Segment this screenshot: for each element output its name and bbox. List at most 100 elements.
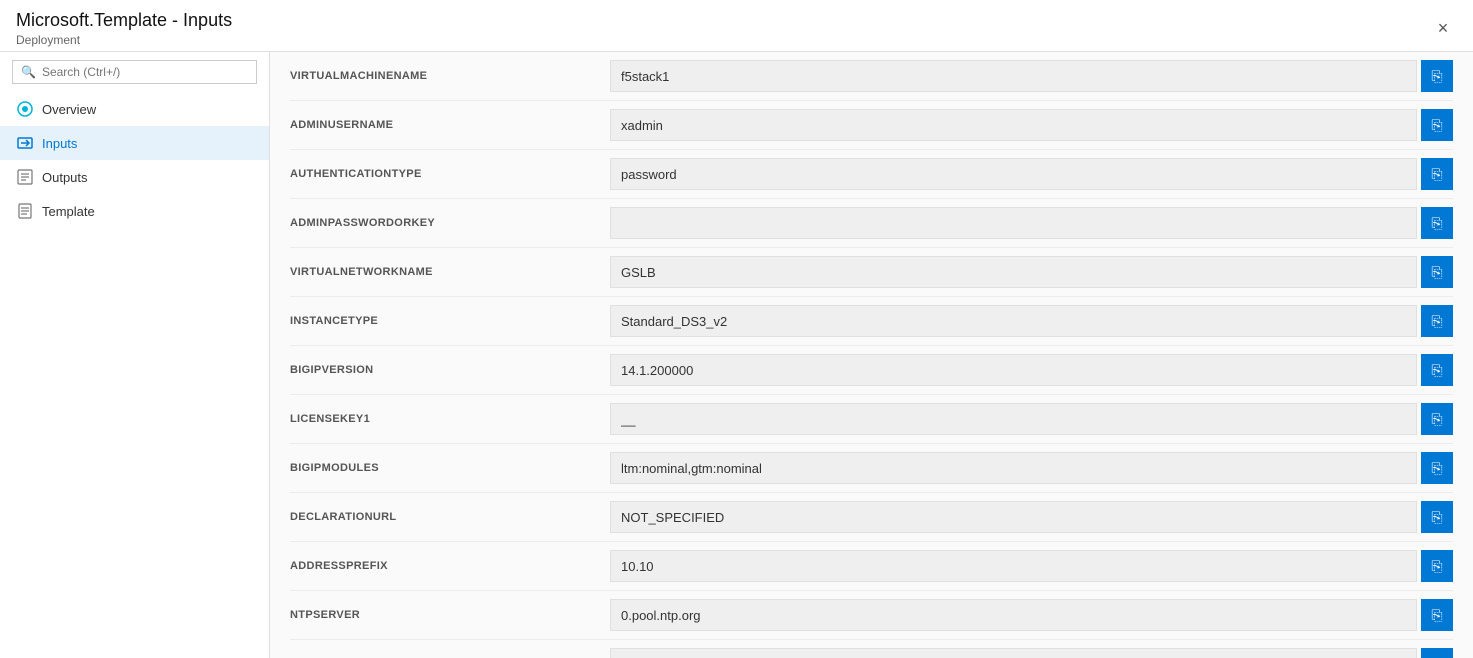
input-label-adminusername: ADMINUSERNAME — [290, 119, 610, 131]
input-label-authenticationtype: AUTHENTICATIONTYPE — [290, 168, 610, 180]
sidebar-item-overview-label: Overview — [42, 102, 96, 117]
input-value-wrap-timezone: ⎘ — [610, 648, 1453, 658]
input-field-virtualnetworkname[interactable] — [610, 256, 1417, 288]
copy-button-virtualmachinename[interactable]: ⎘ — [1421, 60, 1453, 92]
sidebar-item-outputs-label: Outputs — [42, 170, 88, 185]
input-value-wrap-licensekey1: ⎘ — [610, 403, 1453, 435]
input-row: ADMINUSERNAME ⎘ — [290, 101, 1453, 150]
input-label-instancetype: INSTANCETYPE — [290, 315, 610, 327]
input-row: VIRTUALMACHINENAME ⎘ — [290, 52, 1453, 101]
input-field-declarationurl[interactable] — [610, 501, 1417, 533]
input-field-virtualmachinename[interactable] — [610, 60, 1417, 92]
input-value-wrap-bigipmodules: ⎘ — [610, 452, 1453, 484]
sidebar-item-inputs[interactable]: Inputs — [0, 126, 269, 160]
input-field-bigipversion[interactable] — [610, 354, 1417, 386]
input-label-bigipmodules: BIGIPMODULES — [290, 462, 610, 474]
input-row: AUTHENTICATIONTYPE ⎘ — [290, 150, 1453, 199]
input-value-wrap-adminpasswordorkey: ⎘ — [610, 207, 1453, 239]
page-subtitle: Deployment — [16, 33, 232, 47]
copy-icon: ⎘ — [1431, 411, 1442, 428]
title-bar: Microsoft.Template - Inputs Deployment × — [0, 0, 1473, 52]
input-label-declarationurl: DECLARATIONURL — [290, 511, 610, 523]
copy-icon: ⎘ — [1431, 215, 1442, 232]
copy-icon: ⎘ — [1431, 166, 1442, 183]
input-value-wrap-ntpserver: ⎘ — [610, 599, 1453, 631]
input-row: BIGIPVERSION ⎘ — [290, 346, 1453, 395]
input-row: INSTANCETYPE ⎘ — [290, 297, 1453, 346]
input-value-wrap-bigipversion: ⎘ — [610, 354, 1453, 386]
input-row: VIRTUALNETWORKNAME ⎘ — [290, 248, 1453, 297]
sidebar: 🔍 Overview — [0, 52, 270, 658]
input-label-adminpasswordorkey: ADMINPASSWORDORKEY — [290, 217, 610, 229]
overview-icon — [16, 100, 34, 118]
copy-button-declarationurl[interactable]: ⎘ — [1421, 501, 1453, 533]
copy-icon: ⎘ — [1431, 68, 1442, 85]
main-layout: 🔍 Overview — [0, 52, 1473, 658]
input-row: NTPSERVER ⎘ — [290, 591, 1453, 640]
input-row: DECLARATIONURL ⎘ — [290, 493, 1453, 542]
sidebar-item-inputs-label: Inputs — [42, 136, 77, 151]
input-row: ADMINPASSWORDORKEY ⎘ — [290, 199, 1453, 248]
input-field-adminusername[interactable] — [610, 109, 1417, 141]
input-field-licensekey1[interactable] — [610, 403, 1417, 435]
copy-button-authenticationtype[interactable]: ⎘ — [1421, 158, 1453, 190]
copy-icon: ⎘ — [1431, 313, 1442, 330]
input-label-addressprefix: ADDRESSPREFIX — [290, 560, 610, 572]
input-value-wrap-addressprefix: ⎘ — [610, 550, 1453, 582]
search-icon: 🔍 — [21, 65, 36, 79]
input-field-authenticationtype[interactable] — [610, 158, 1417, 190]
input-row: BIGIPMODULES ⎘ — [290, 444, 1453, 493]
copy-icon: ⎘ — [1431, 607, 1442, 624]
copy-button-adminpasswordorkey[interactable]: ⎘ — [1421, 207, 1453, 239]
sidebar-item-outputs[interactable]: Outputs — [0, 160, 269, 194]
nav-menu: Overview Inputs — [0, 92, 269, 228]
title-bar-left: Microsoft.Template - Inputs Deployment — [16, 10, 232, 47]
input-value-wrap-virtualnetworkname: ⎘ — [610, 256, 1453, 288]
copy-icon: ⎘ — [1431, 362, 1442, 379]
input-row: ADDRESSPREFIX ⎘ — [290, 542, 1453, 591]
content-area: VIRTUALMACHINENAME⎘ADMINUSERNAME⎘AUTHENT… — [270, 52, 1473, 658]
outputs-icon — [16, 168, 34, 186]
sidebar-item-template-label: Template — [42, 204, 95, 219]
input-label-virtualmachinename: VIRTUALMACHINENAME — [290, 70, 610, 82]
close-button[interactable]: × — [1429, 15, 1457, 43]
input-field-addressprefix[interactable] — [610, 550, 1417, 582]
input-value-wrap-declarationurl: ⎘ — [610, 501, 1453, 533]
copy-button-ntpserver[interactable]: ⎘ — [1421, 599, 1453, 631]
copy-button-virtualnetworkname[interactable]: ⎘ — [1421, 256, 1453, 288]
input-label-licensekey1: LICENSEKEY1 — [290, 413, 610, 425]
copy-button-adminusername[interactable]: ⎘ — [1421, 109, 1453, 141]
input-label-bigipversion: BIGIPVERSION — [290, 364, 610, 376]
copy-icon: ⎘ — [1431, 558, 1442, 575]
input-value-wrap-instancetype: ⎘ — [610, 305, 1453, 337]
copy-icon: ⎘ — [1431, 264, 1442, 281]
copy-button-bigipmodules[interactable]: ⎘ — [1421, 452, 1453, 484]
input-label-ntpserver: NTPSERVER — [290, 609, 610, 621]
copy-button-bigipversion[interactable]: ⎘ — [1421, 354, 1453, 386]
copy-button-timezone[interactable]: ⎘ — [1421, 648, 1453, 658]
inputs-icon — [16, 134, 34, 152]
input-label-virtualnetworkname: VIRTUALNETWORKNAME — [290, 266, 610, 278]
page-title: Microsoft.Template - Inputs — [16, 10, 232, 31]
input-value-wrap-adminusername: ⎘ — [610, 109, 1453, 141]
input-field-instancetype[interactable] — [610, 305, 1417, 337]
input-row: TIMEZONE⎘ — [290, 640, 1453, 658]
input-field-bigipmodules[interactable] — [610, 452, 1417, 484]
search-input[interactable] — [42, 65, 248, 79]
input-field-timezone[interactable] — [610, 648, 1417, 658]
search-box[interactable]: 🔍 — [12, 60, 257, 84]
input-value-wrap-virtualmachinename: ⎘ — [610, 60, 1453, 92]
copy-button-licensekey1[interactable]: ⎘ — [1421, 403, 1453, 435]
input-value-wrap-authenticationtype: ⎘ — [610, 158, 1453, 190]
copy-icon: ⎘ — [1431, 117, 1442, 134]
copy-icon: ⎘ — [1431, 460, 1442, 477]
sidebar-item-template[interactable]: Template — [0, 194, 269, 228]
copy-icon: ⎘ — [1431, 509, 1442, 526]
copy-button-addressprefix[interactable]: ⎘ — [1421, 550, 1453, 582]
close-icon: × — [1438, 18, 1449, 39]
copy-button-instancetype[interactable]: ⎘ — [1421, 305, 1453, 337]
input-field-adminpasswordorkey[interactable] — [610, 207, 1417, 239]
template-icon — [16, 202, 34, 220]
sidebar-item-overview[interactable]: Overview — [0, 92, 269, 126]
input-field-ntpserver[interactable] — [610, 599, 1417, 631]
